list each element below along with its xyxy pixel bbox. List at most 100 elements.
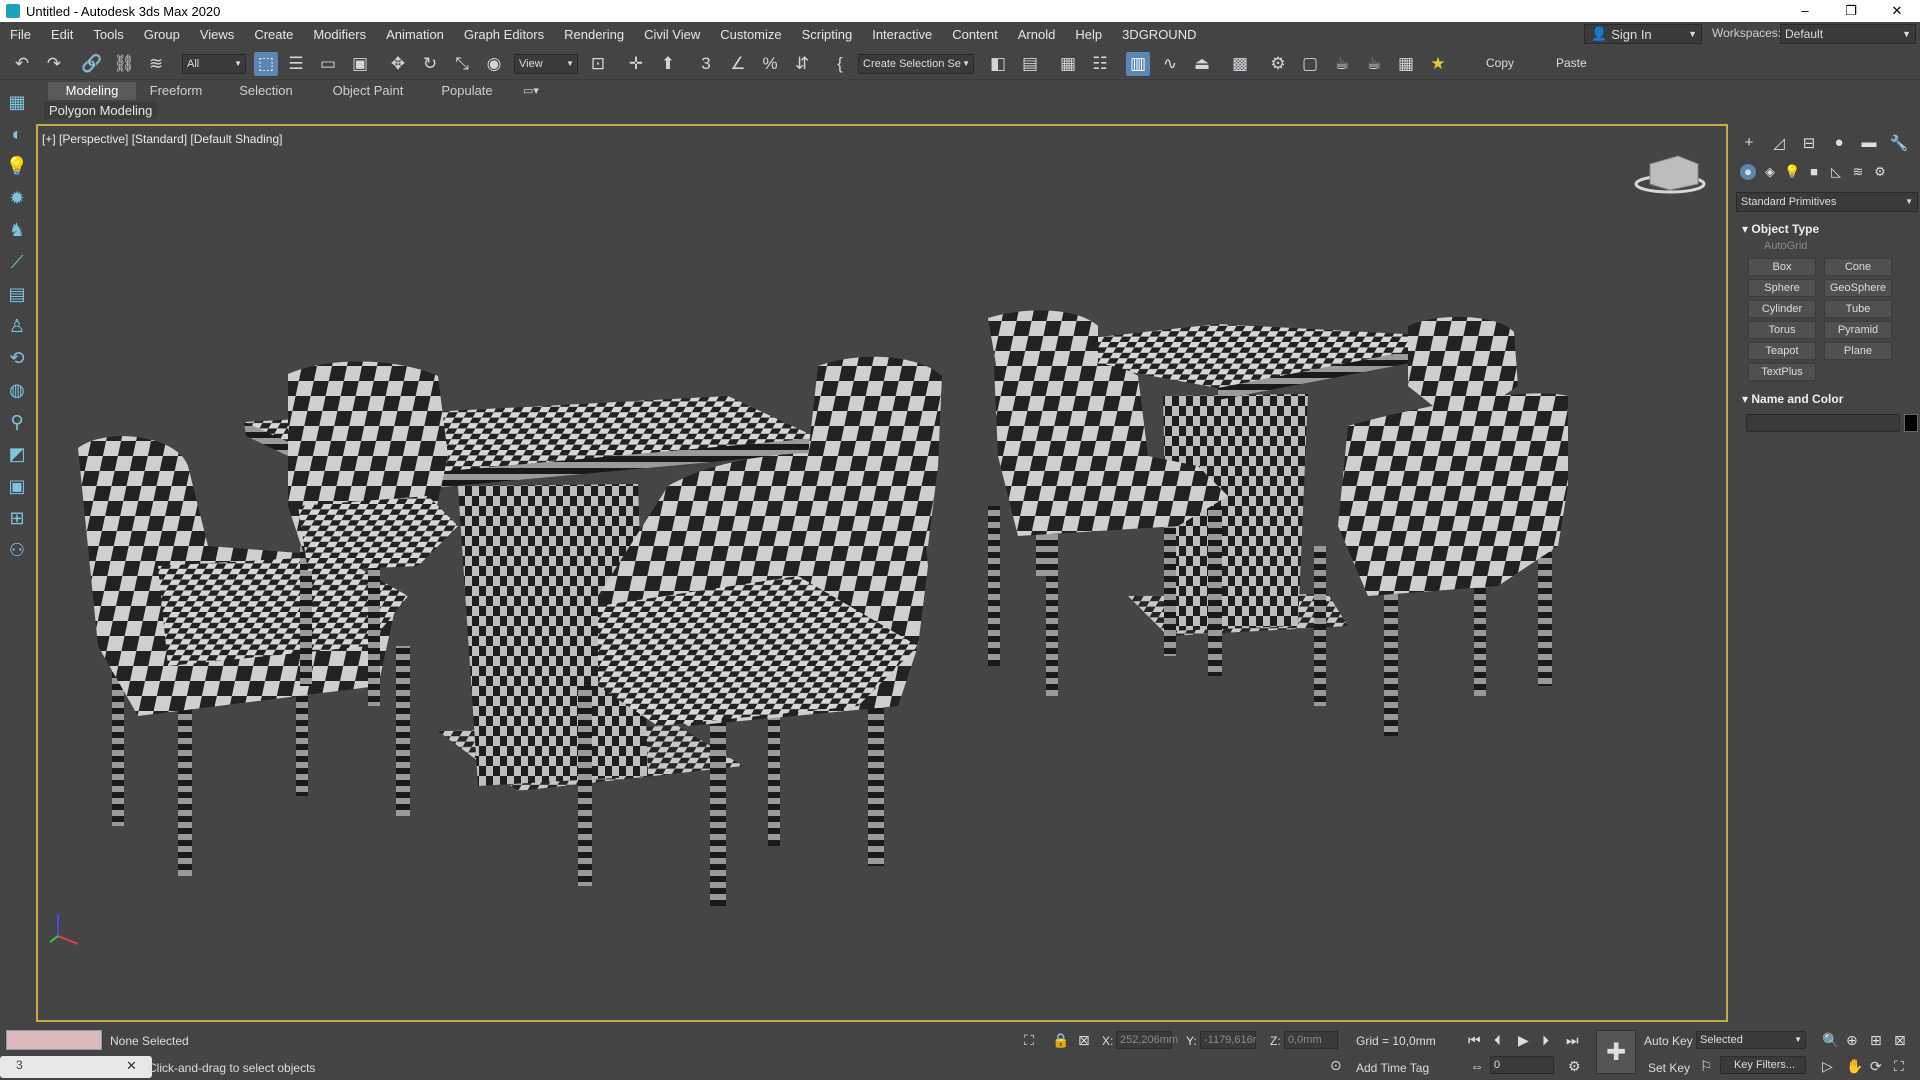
menu-tools[interactable]: Tools xyxy=(83,27,133,42)
utilities-tab-icon[interactable]: 🔧 xyxy=(1884,134,1914,156)
redo-icon[interactable]: ↷ xyxy=(42,52,66,76)
maximize-viewport-icon[interactable]: ⛶ xyxy=(1894,1058,1904,1075)
angle-snap-icon[interactable]: ∠ xyxy=(726,52,750,76)
toggle-ribbon-icon[interactable]: ▥ xyxy=(1126,52,1150,76)
helpers-icon[interactable]: ♞ xyxy=(5,218,29,242)
torus-button[interactable]: Torus xyxy=(1748,321,1816,339)
menu-content[interactable]: Content xyxy=(942,27,1008,42)
keyboard-shortcut-override-icon[interactable]: ⬆ xyxy=(656,52,680,76)
align-icon[interactable]: ▤ xyxy=(1018,52,1042,76)
systems-icon[interactable]: ⚙ xyxy=(1872,164,1888,180)
menu-views[interactable]: Views xyxy=(190,27,244,42)
sun-icon[interactable]: ✹ xyxy=(5,186,29,210)
helpers-icon[interactable]: ◺ xyxy=(1828,164,1844,180)
menu-help[interactable]: Help xyxy=(1065,27,1112,42)
snaps-toggle-icon[interactable]: 3 xyxy=(694,52,718,76)
figure-icon[interactable]: ♙ xyxy=(5,314,29,338)
textplus-button[interactable]: TextPlus xyxy=(1748,363,1816,381)
cameras-icon[interactable]: ■ xyxy=(1806,164,1822,180)
zoom-extents-icon[interactable]: ⊞ xyxy=(1870,1032,1882,1049)
create-shapes-icon[interactable]: ◐ xyxy=(5,122,29,146)
primitive-category-dropdown[interactable]: Standard Primitives ▼ xyxy=(1736,192,1918,212)
3dground-tool-icon[interactable]: ★ xyxy=(1426,52,1450,76)
set-key-button[interactable]: Set Key xyxy=(1648,1061,1690,1075)
pivot-center-icon[interactable]: ⊡ xyxy=(586,52,610,76)
time-tag-icon[interactable]: ⊙ xyxy=(1330,1057,1342,1074)
lights-icon[interactable]: 💡 xyxy=(5,154,29,178)
tab-object-paint[interactable]: Object Paint xyxy=(326,82,410,100)
link-icon[interactable]: 🔗 xyxy=(80,52,104,76)
sphere-button[interactable]: Sphere xyxy=(1748,279,1816,297)
cylinder-button[interactable]: Cylinder xyxy=(1748,300,1816,318)
box-button[interactable]: Box xyxy=(1748,258,1816,276)
menu-modifiers[interactable]: Modifiers xyxy=(303,27,376,42)
menu-rendering[interactable]: Rendering xyxy=(554,27,634,42)
maximize-button[interactable]: ❐ xyxy=(1828,0,1874,22)
absolute-mode-icon[interactable]: ⊠ xyxy=(1078,1032,1090,1049)
modify-tab-icon[interactable]: ◿ xyxy=(1764,134,1794,156)
space-warps-icon[interactable]: ≋ xyxy=(1850,164,1866,180)
menu-graph-editors[interactable]: Graph Editors xyxy=(454,27,554,42)
named-selection-set-dropdown[interactable]: Create Selection Se ▼ xyxy=(858,54,974,74)
set-key-plus-icon[interactable]: ✚ xyxy=(1596,1030,1636,1074)
undo-icon[interactable]: ↶ xyxy=(10,52,34,76)
lights-icon[interactable]: 💡 xyxy=(1784,164,1800,180)
ribbon-subtab-polygon-modeling[interactable]: Polygon Modeling xyxy=(44,102,158,119)
perspective-viewport[interactable]: [+] [Perspective] [Standard] [Default Sh… xyxy=(36,124,1728,1022)
z-coordinate-field[interactable]: 0,0mm xyxy=(1284,1031,1338,1049)
menu-file[interactable]: File xyxy=(0,27,41,42)
auto-key-button[interactable]: Auto Key xyxy=(1644,1034,1693,1048)
zoom-all-icon[interactable]: ⊕ xyxy=(1846,1032,1858,1049)
tube-button[interactable]: Tube xyxy=(1824,300,1892,318)
close-button[interactable]: ✕ xyxy=(1874,0,1920,22)
walk-icon[interactable]: ⚇ xyxy=(5,538,29,562)
maxscript-listener-field[interactable] xyxy=(6,1030,102,1050)
time-config-icon[interactable]: ⇔ xyxy=(1470,1058,1484,1074)
rectangular-selection-icon[interactable]: ▭ xyxy=(316,52,340,76)
y-coordinate-field[interactable]: -1179,616r xyxy=(1200,1031,1256,1049)
current-frame-field[interactable]: 0 xyxy=(1490,1056,1554,1074)
key-filter-icon[interactable]: ⚐ xyxy=(1700,1058,1713,1075)
menu-edit[interactable]: Edit xyxy=(41,27,83,42)
copy-button[interactable]: Copy xyxy=(1486,56,1514,70)
orbit-icon[interactable]: ⟳ xyxy=(1870,1058,1882,1075)
display-icon[interactable]: ▣ xyxy=(5,474,29,498)
close-icon[interactable]: ✕ xyxy=(126,1058,137,1074)
viewport-label[interactable]: [+] [Perspective] [Standard] [Default Sh… xyxy=(42,132,282,146)
mirror-icon[interactable]: ◧ xyxy=(986,52,1010,76)
move-icon[interactable]: ✥ xyxy=(386,52,410,76)
render-setup-icon[interactable]: ⚙ xyxy=(1266,52,1290,76)
selection-filter-dropdown[interactable]: All ▼ xyxy=(182,54,246,74)
sphere-icon[interactable]: ◍ xyxy=(5,378,29,402)
teapot-button[interactable]: Teapot xyxy=(1748,342,1816,360)
view-cube[interactable] xyxy=(1634,155,1706,194)
menu-civil-view[interactable]: Civil View xyxy=(634,27,710,42)
rollout-object-type[interactable]: ▾ Object Type xyxy=(1742,222,1819,236)
workspaces-dropdown[interactable]: Default ▼ xyxy=(1780,24,1916,44)
paste-button[interactable]: Paste xyxy=(1556,56,1587,70)
pyramid-button[interactable]: Pyramid xyxy=(1824,321,1892,339)
menu-customize[interactable]: Customize xyxy=(710,27,791,42)
rotate-view-icon[interactable]: ⟲ xyxy=(5,346,29,370)
layer-explorer-icon[interactable]: ☷ xyxy=(1088,52,1112,76)
material-editor-icon[interactable]: ▩ xyxy=(1228,52,1252,76)
unlink-icon[interactable]: ⛓ xyxy=(112,52,136,76)
render-iterative-icon[interactable]: ☕ xyxy=(1362,52,1386,76)
pan-view-icon[interactable]: ✋ xyxy=(1846,1058,1863,1075)
menu-interactive[interactable]: Interactive xyxy=(862,27,942,42)
scene-explorer-icon[interactable]: ▦ xyxy=(1056,52,1080,76)
add-time-tag-button[interactable]: Add Time Tag xyxy=(1356,1061,1429,1075)
key-mode-dropdown[interactable]: Selected ▼ xyxy=(1696,1031,1806,1049)
rollout-name-and-color[interactable]: ▾ Name and Color xyxy=(1742,392,1843,406)
minimize-button[interactable]: – xyxy=(1782,0,1828,22)
geosphere-button[interactable]: GeoSphere xyxy=(1824,279,1892,297)
go-to-end-icon[interactable]: ⏭ xyxy=(1566,1032,1579,1049)
modifier-icon[interactable]: ◩ xyxy=(5,442,29,466)
taskbar-3dsmax-icon[interactable]: 3 xyxy=(16,1058,23,1072)
selection-lock-icon[interactable]: 🔒 xyxy=(1052,1032,1069,1049)
tab-modeling[interactable]: Modeling xyxy=(48,82,136,100)
tab-populate[interactable]: Populate xyxy=(430,82,504,100)
zoom-icon[interactable]: 🔍 xyxy=(1822,1032,1839,1049)
cone-button[interactable]: Cone xyxy=(1824,258,1892,276)
previous-frame-icon[interactable]: ⏴ xyxy=(1494,1032,1501,1049)
